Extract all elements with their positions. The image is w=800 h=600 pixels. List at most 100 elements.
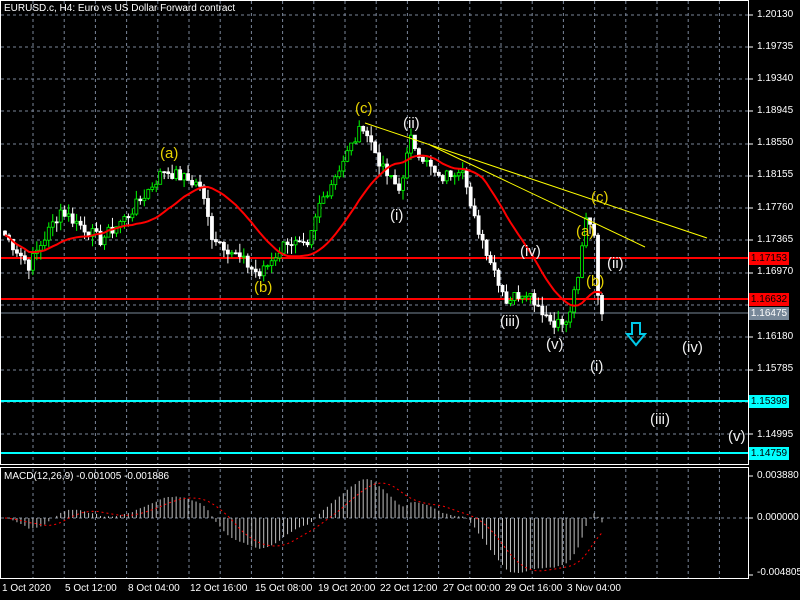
candle-body	[54, 221, 59, 224]
candle-body	[46, 226, 51, 241]
wave-label: (a)	[160, 145, 179, 162]
candle-body	[210, 216, 214, 240]
candle-body	[508, 300, 513, 304]
candle-body	[552, 320, 557, 328]
candle-body	[162, 171, 167, 174]
candle-body	[548, 314, 553, 322]
candle-body	[576, 276, 581, 291]
time-axis-label: 8 Oct 04:00	[128, 583, 180, 594]
chart-canvas[interactable]	[0, 0, 800, 600]
wave-label: (iv)	[520, 243, 541, 260]
candle-body	[401, 177, 405, 191]
trend-line	[364, 122, 708, 239]
candle-body	[468, 186, 473, 207]
candle-body	[78, 220, 83, 226]
candle-body	[19, 252, 23, 257]
candle-body	[178, 169, 183, 181]
candle-body	[237, 252, 242, 257]
wave-label: (c)	[355, 100, 373, 117]
candle-body	[361, 125, 366, 132]
time-axis-label: 3 Nov 04:00	[567, 583, 621, 594]
candle-body	[460, 170, 465, 174]
candle-body	[257, 271, 262, 277]
candle-body	[285, 241, 290, 245]
chart-window[interactable]: EURUSD.c, H4: Euro vs US Dollar Forward …	[0, 0, 800, 600]
candle-body	[381, 163, 386, 167]
support-price-tag: 1.16632	[749, 293, 789, 306]
moving-average-line	[4, 154, 603, 307]
candle-body	[214, 239, 218, 243]
candle-body	[154, 183, 159, 188]
candle-body	[329, 184, 334, 197]
candle-body	[229, 252, 234, 255]
candle-body	[452, 175, 457, 178]
chart-title: EURUSD.c, H4: Euro vs US Dollar Forward …	[4, 3, 236, 14]
macd-axis-label: 0.000000	[757, 512, 799, 523]
candle-body	[500, 284, 505, 293]
candle-body	[472, 205, 477, 217]
price-axis-label: 1.19735	[757, 41, 794, 52]
candle-body	[225, 249, 230, 255]
candle-body	[564, 321, 569, 325]
candle-body	[337, 170, 342, 178]
candle-body	[560, 318, 565, 325]
candle-body	[102, 236, 107, 246]
candle-body	[345, 150, 350, 162]
time-axis-label: 1 Oct 2020	[2, 583, 51, 594]
candle-body	[182, 173, 187, 181]
candle-body	[150, 186, 155, 190]
price-axis-label: 1.16970	[757, 266, 794, 277]
candle-body	[38, 245, 43, 251]
candle-body	[464, 170, 469, 188]
wave-label: (i)	[590, 358, 604, 375]
price-axis-label: 1.18945	[757, 105, 794, 116]
wave-label: (iii)	[650, 411, 670, 428]
candle-body	[309, 230, 314, 246]
candle-body	[476, 215, 481, 235]
candle-body	[389, 175, 393, 177]
time-axis-label: 19 Oct 20:00	[318, 583, 376, 594]
candle-body	[66, 213, 71, 217]
candle-body	[233, 252, 238, 255]
candle-body	[62, 209, 67, 217]
time-axis-label: 27 Oct 00:00	[443, 583, 501, 594]
candle-body	[42, 239, 47, 246]
candle-body	[106, 226, 111, 238]
candle-body	[166, 171, 171, 174]
wave-label: (b)	[586, 273, 605, 290]
candle-body	[241, 255, 246, 258]
target1-price-tag: 1.15398	[749, 395, 789, 408]
candle-body	[440, 175, 445, 182]
macd-axis-label: -0.004805	[757, 567, 800, 578]
candle-body	[536, 304, 541, 307]
price-axis-label: 1.15785	[757, 363, 794, 374]
candle-body	[532, 293, 537, 306]
candle-body	[516, 292, 521, 299]
candle-body	[249, 266, 254, 270]
price-axis-label: 1.17365	[757, 234, 794, 245]
wave-label: (a)	[576, 223, 595, 240]
candle-body	[261, 265, 266, 277]
candle-body	[528, 293, 533, 297]
macd-label: MACD(12,26,9) -0.001005 -0.001886	[4, 471, 170, 482]
candle-body	[142, 197, 147, 202]
candle-body	[556, 318, 561, 328]
candle-body	[22, 255, 27, 261]
candle-body	[456, 172, 461, 177]
candle-body	[281, 241, 286, 254]
wave-label: (b)	[254, 279, 273, 296]
candle-body	[313, 216, 318, 232]
candle-body	[600, 294, 604, 315]
candle-body	[289, 244, 294, 246]
candle-body	[297, 240, 302, 243]
candle-body	[488, 255, 493, 264]
candle-body	[373, 141, 378, 154]
candle-body	[50, 221, 55, 228]
candle-body	[301, 241, 306, 244]
time-axis-label: 15 Oct 08:00	[255, 583, 313, 594]
candle-body	[413, 134, 417, 150]
candle-body	[74, 220, 79, 224]
candle-body	[269, 260, 274, 267]
candle-body	[273, 257, 278, 262]
candle-body	[484, 239, 489, 256]
